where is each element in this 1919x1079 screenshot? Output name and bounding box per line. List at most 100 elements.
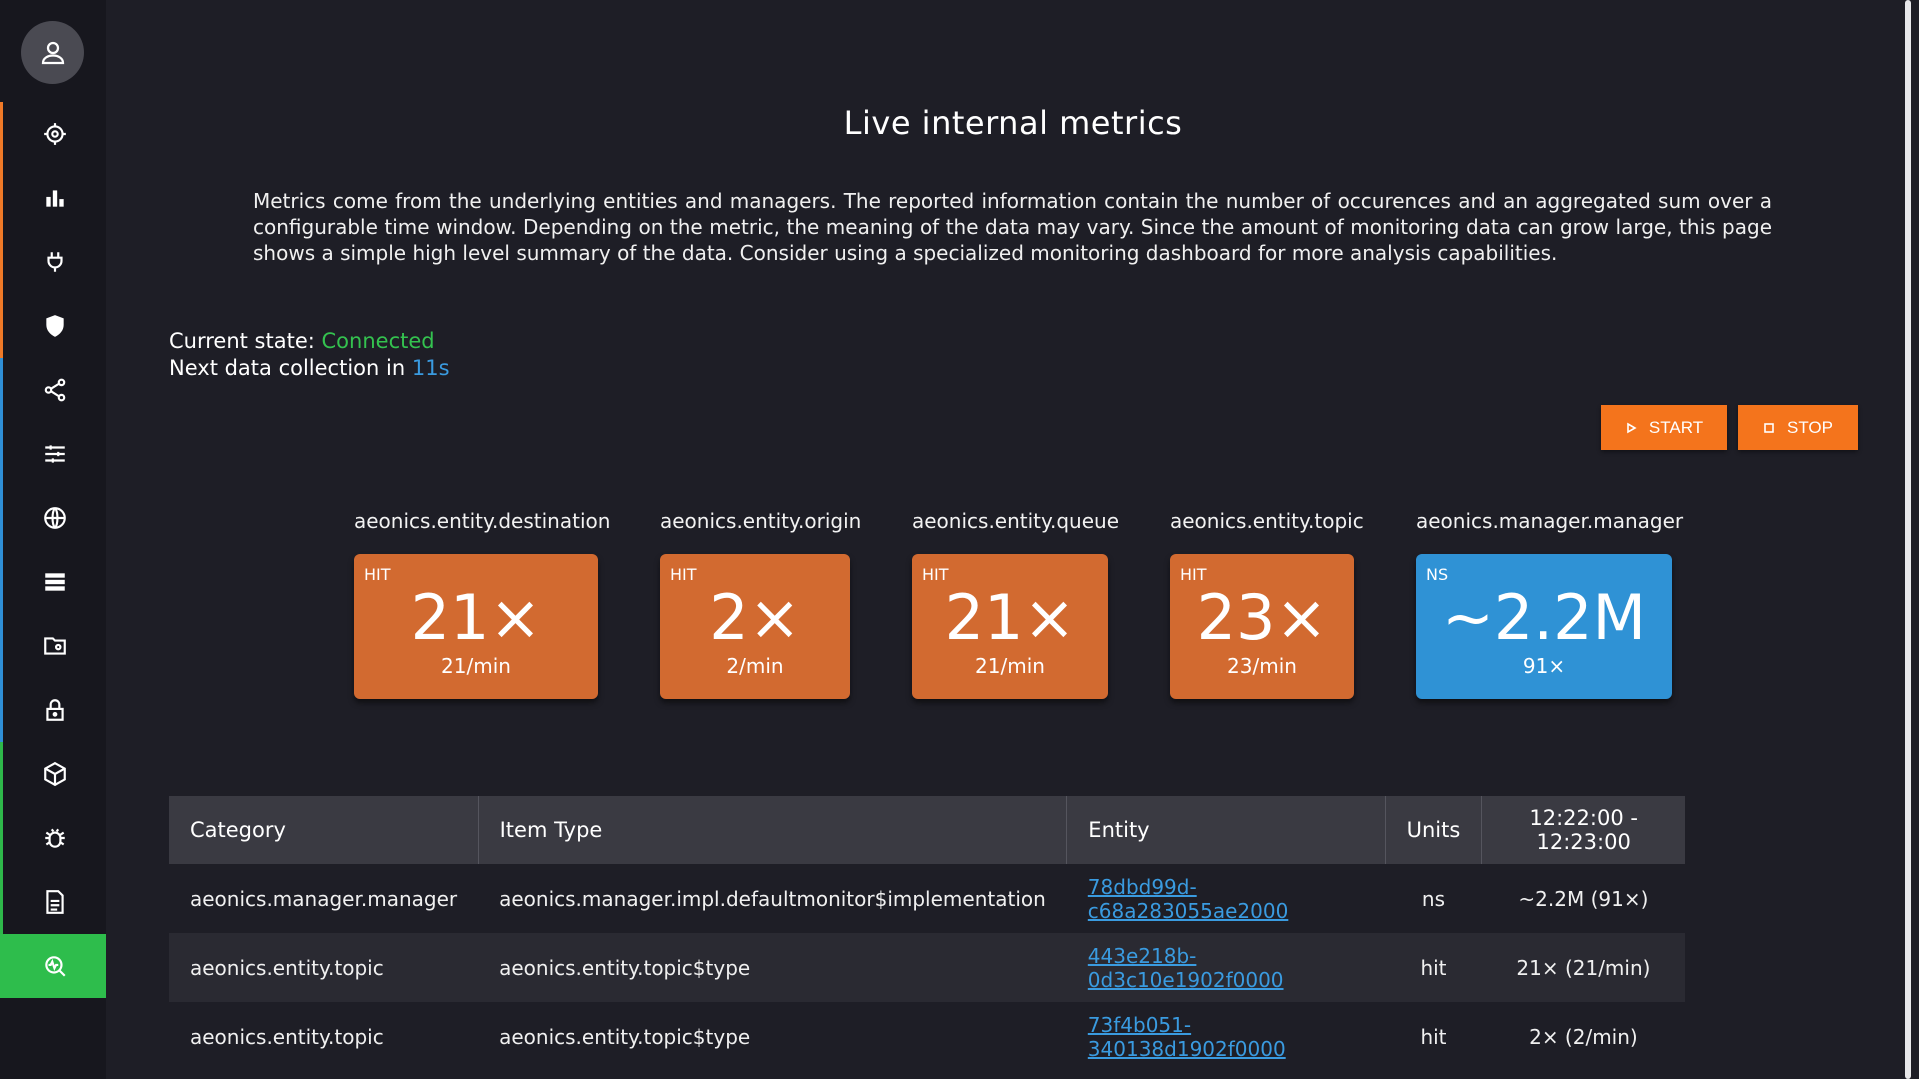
metric-destination: aeonics.entity.destination HIT 21× 21/mi… bbox=[354, 509, 611, 699]
cell-units: ns bbox=[1421, 886, 1446, 911]
metric-topic: aeonics.entity.topic HIT 23× 23/min bbox=[1170, 509, 1364, 699]
cell-category: aeonics.entity.topic bbox=[169, 933, 479, 1002]
metric-label: aeonics.entity.topic bbox=[1170, 509, 1364, 533]
metric-value: 21× bbox=[944, 581, 1076, 654]
entity-link[interactable]: 443e218b-0d3c10e1902f0000 bbox=[1088, 944, 1284, 992]
table-header-row: Category Item Type Entity Units 12:22:00… bbox=[169, 796, 1685, 864]
metric-card[interactable]: NS ~2.2M 91× bbox=[1416, 554, 1672, 699]
sidebar-item-debug[interactable] bbox=[0, 806, 106, 870]
table-row: aeonics.entity.topic aeonics.entity.topi… bbox=[169, 1002, 1685, 1071]
sidebar-item-settings[interactable] bbox=[0, 422, 106, 486]
next-collection-label: Next data collection in bbox=[169, 356, 406, 380]
metric-label: aeonics.entity.origin bbox=[660, 509, 862, 533]
header-entity[interactable]: Entity bbox=[1066, 796, 1386, 864]
stop-button-label: STOP bbox=[1787, 417, 1833, 437]
cell-entity: 78dbd99d-c68a283055ae2000 bbox=[1067, 864, 1385, 933]
user-icon bbox=[41, 41, 64, 64]
page-title: Live internal metrics bbox=[843, 104, 1183, 142]
globe-icon bbox=[43, 507, 66, 529]
cell-value: 2× (2/min) bbox=[1529, 1024, 1638, 1049]
start-button[interactable]: START bbox=[1601, 405, 1727, 450]
header-units[interactable]: Units bbox=[1385, 796, 1483, 864]
metric-card[interactable]: HIT 2× 2/min bbox=[660, 554, 850, 699]
metric-rate: 2/min bbox=[726, 654, 784, 678]
metric-label: aeonics.entity.destination bbox=[354, 509, 611, 533]
cell-entity: 443e218b-0d3c10e1902f0000 bbox=[1066, 933, 1386, 1002]
metric-card[interactable]: HIT 21× 21/min bbox=[354, 554, 598, 699]
cell-value: ~2.2M (91×) bbox=[1518, 886, 1649, 911]
user-avatar[interactable] bbox=[21, 21, 84, 84]
cell-value: 21× (21/min) bbox=[1481, 933, 1685, 1002]
main-content: Live internal metrics Metrics come from … bbox=[106, 0, 1896, 1079]
stop-icon bbox=[1764, 422, 1774, 433]
sidebar-item-packages[interactable] bbox=[0, 742, 106, 806]
sidebar-item-stats[interactable] bbox=[0, 166, 106, 230]
sidebar-item-servers[interactable] bbox=[0, 550, 106, 614]
server-icon bbox=[44, 573, 65, 591]
state-label: Current state: bbox=[169, 329, 315, 353]
sidebar bbox=[0, 0, 106, 1079]
shield-icon bbox=[45, 315, 64, 337]
state-value: Connected bbox=[321, 329, 435, 353]
folder-icon bbox=[43, 637, 66, 655]
bar-chart-icon bbox=[45, 190, 64, 207]
start-button-label: START bbox=[1648, 417, 1704, 437]
metrics-table: Category Item Type Entity Units 12:22:00… bbox=[169, 796, 1685, 1071]
metric-origin: aeonics.entity.origin HIT 2× 2/min bbox=[660, 509, 862, 699]
sidebar-item-flows[interactable] bbox=[0, 358, 106, 422]
cell-item-type: aeonics.manager.impl.defaultmonitor$impl… bbox=[499, 886, 1046, 911]
play-icon bbox=[1627, 422, 1637, 433]
metric-card[interactable]: HIT 21× 21/min bbox=[912, 554, 1108, 699]
sidebar-item-security[interactable] bbox=[0, 294, 106, 358]
cell-item-type: aeonics.entity.topic$type bbox=[499, 1024, 751, 1049]
metric-value: ~2.2M bbox=[1441, 581, 1647, 654]
metric-manager: aeonics.manager.manager NS ~2.2M 91× bbox=[1416, 509, 1684, 699]
sidebar-item-logs[interactable] bbox=[0, 870, 106, 934]
table-row: aeonics.manager.manager aeonics.manager.… bbox=[169, 864, 1685, 933]
metric-value: 21× bbox=[410, 581, 542, 654]
cell-category: aeonics.entity.topic bbox=[190, 1024, 384, 1049]
header-time-window[interactable]: 12:22:00 - 12:23:00 bbox=[1481, 796, 1685, 864]
table-row: aeonics.entity.topic aeonics.entity.topi… bbox=[169, 933, 1685, 1002]
scrollbar[interactable] bbox=[1896, 0, 1919, 1079]
sidebar-item-files[interactable] bbox=[0, 614, 106, 678]
next-collection-value: 11s bbox=[411, 356, 450, 380]
metric-card[interactable]: HIT 23× 23/min bbox=[1170, 554, 1354, 699]
cell-units: hit bbox=[1420, 1024, 1447, 1049]
metric-rate: 23/min bbox=[1227, 654, 1297, 678]
cell-entity: 73f4b051-340138d1902f0000 bbox=[1067, 1002, 1385, 1071]
sidebar-item-network[interactable] bbox=[0, 486, 106, 550]
plug-icon bbox=[46, 252, 63, 272]
sidebar-item-target[interactable] bbox=[0, 102, 106, 166]
sidebar-item-metrics[interactable] bbox=[0, 934, 106, 998]
cell-item-type: aeonics.entity.topic$type bbox=[478, 933, 1067, 1002]
metric-rate: 91× bbox=[1522, 654, 1566, 678]
header-item-type[interactable]: Item Type bbox=[478, 796, 1068, 864]
scrollbar-thumb[interactable] bbox=[1905, 0, 1911, 1079]
sliders-icon bbox=[44, 445, 65, 463]
sidebar-item-connectors[interactable] bbox=[0, 230, 106, 294]
metric-value: 2× bbox=[709, 581, 801, 654]
entity-link[interactable]: 78dbd99d-c68a283055ae2000 bbox=[1088, 875, 1289, 923]
sidebar-item-locks[interactable] bbox=[0, 678, 106, 742]
lock-icon bbox=[45, 699, 64, 721]
metric-rate: 21/min bbox=[441, 654, 511, 678]
page-description: Metrics come from the underlying entitie… bbox=[253, 189, 1772, 265]
entity-link[interactable]: 73f4b051-340138d1902f0000 bbox=[1088, 1013, 1286, 1061]
monitor-search-icon bbox=[44, 956, 66, 977]
metric-label: aeonics.entity.queue bbox=[912, 509, 1120, 533]
bug-icon bbox=[44, 828, 65, 848]
metric-label: aeonics.manager.manager bbox=[1416, 509, 1684, 533]
share-icon bbox=[44, 378, 65, 402]
metric-rate: 21/min bbox=[975, 654, 1045, 678]
cube-icon bbox=[43, 761, 66, 787]
stop-button[interactable]: STOP bbox=[1738, 405, 1858, 450]
document-icon bbox=[45, 890, 64, 914]
metric-queue: aeonics.entity.queue HIT 21× 21/min bbox=[912, 509, 1120, 699]
connection-status: Current state: Connected Next data colle… bbox=[169, 328, 450, 382]
cell-category: aeonics.manager.manager bbox=[190, 886, 458, 911]
cell-units: hit bbox=[1385, 933, 1482, 1002]
metric-value: 23× bbox=[1196, 581, 1328, 654]
target-icon bbox=[43, 123, 66, 145]
header-category[interactable]: Category bbox=[169, 796, 479, 864]
